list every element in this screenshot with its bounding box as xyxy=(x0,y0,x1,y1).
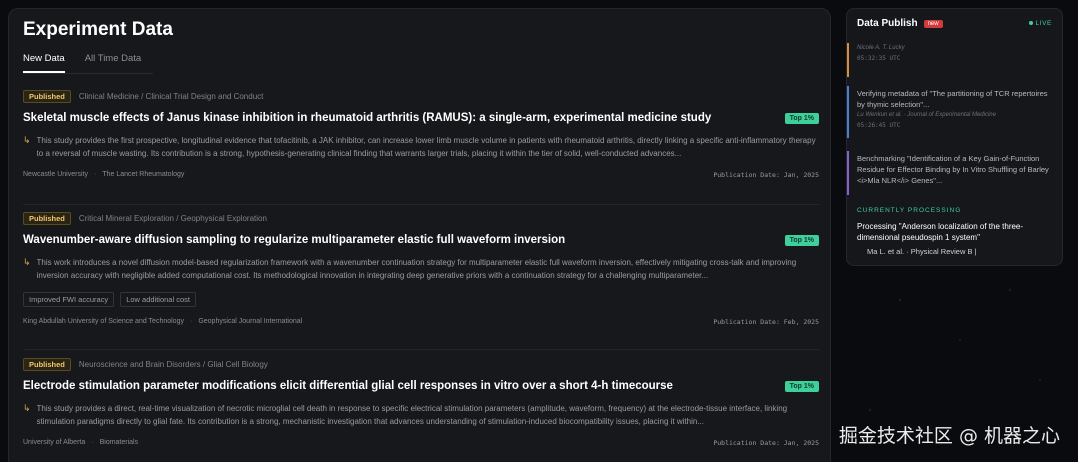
institution: University of Alberta xyxy=(23,439,86,446)
tag: Low additional cost xyxy=(120,292,196,307)
feed-authors: Nicole A. T. Lucky xyxy=(857,45,905,51)
publication-date: Publication Date: Jan, 2025 xyxy=(713,171,819,179)
tab-new-data[interactable]: New Data xyxy=(23,53,65,73)
tab-all-time-data[interactable]: All Time Data xyxy=(85,53,142,73)
paper-card[interactable]: Published Clinical Medicine / Clinical T… xyxy=(23,89,819,179)
paper-summary: This work introduces a novel diffusion m… xyxy=(36,258,797,280)
institution: King Abdullah University of Science and … xyxy=(23,318,184,325)
feed-accent-bar xyxy=(847,43,849,77)
rank-badge: Top 1% xyxy=(784,380,819,392)
publication-date: Publication Date: Feb, 2025 xyxy=(713,318,819,326)
journal: Biomaterials xyxy=(85,439,138,446)
feed-item[interactable]: Nicole A. T. Lucky 05:32:35 UTC xyxy=(847,43,1062,77)
publication-date: Publication Date: Jan, 2025 xyxy=(713,439,819,447)
feed-time: 05:32:35 UTC xyxy=(857,55,901,62)
processing-label: CURRENTLY PROCESSING xyxy=(857,207,962,214)
feed-accent-bar xyxy=(847,86,849,138)
status-badge: Published xyxy=(23,211,71,225)
institution: Newcastle University xyxy=(23,171,88,178)
processing-authors: Ma L. et al. · Physical Review B | xyxy=(867,247,977,256)
processing-text: Processing "Anderson localization of the… xyxy=(857,222,1024,242)
paper-card[interactable]: Published Critical Mineral Exploration /… xyxy=(23,211,819,326)
feed-item[interactable]: Verifying metadata of "The partitioning … xyxy=(847,86,1062,138)
rank-badge: Top 1% xyxy=(784,234,819,246)
feed-title: Benchmarking "Identification of a Key Ga… xyxy=(857,154,1049,185)
live-dot-icon xyxy=(1028,21,1033,26)
journal: The Lancet Rheumatology xyxy=(88,171,184,178)
tab-bar: New Data All Time Data xyxy=(23,53,154,74)
side-panel-title: Data Publish xyxy=(857,18,918,29)
reply-arrow-icon: ↳ xyxy=(23,403,31,413)
watermark: 掘金技术社区 @ 机器之心 xyxy=(838,425,1060,447)
paper-card[interactable]: Published Neuroscience and Brain Disorde… xyxy=(23,357,819,447)
live-indicator: LIVE xyxy=(1028,20,1053,27)
rank-badge: Top 1% xyxy=(784,112,819,124)
paper-title[interactable]: Electrode stimulation parameter modifica… xyxy=(23,380,673,392)
new-badge: new xyxy=(923,19,943,28)
divider xyxy=(23,204,819,205)
feed-title: Verifying metadata of "The partitioning … xyxy=(857,89,1048,109)
tag: Improved FWI accuracy xyxy=(23,292,115,307)
divider xyxy=(23,349,819,350)
feed-item[interactable]: Benchmarking "Identification of a Key Ga… xyxy=(847,151,1062,195)
feed-time: 05:26:45 UTC xyxy=(857,122,901,129)
journal: Geophysical Journal International xyxy=(184,318,302,325)
data-publish-panel: Data Publish new LIVE Nicole A. T. Lucky… xyxy=(846,8,1063,266)
paper-title[interactable]: Skeletal muscle effects of Janus kinase … xyxy=(23,112,711,124)
page-title: Experiment Data xyxy=(23,19,173,40)
feed-authors: Lu Wenkun et al. · Journal of Experiment… xyxy=(857,112,996,118)
feed-accent-bar xyxy=(847,151,849,195)
status-badge: Published xyxy=(23,89,71,103)
paper-title[interactable]: Wavenumber-aware diffusion sampling to r… xyxy=(23,234,565,246)
category-label: Clinical Medicine / Clinical Trial Desig… xyxy=(78,91,264,101)
experiment-data-panel: Experiment Data New Data All Time Data P… xyxy=(8,8,831,462)
paper-summary: This study provides the first prospectiv… xyxy=(36,136,816,158)
category-label: Neuroscience and Brain Disorders / Glial… xyxy=(78,359,268,369)
paper-summary: This study provides a direct, real-time … xyxy=(36,404,788,426)
reply-arrow-icon: ↳ xyxy=(23,257,31,267)
status-badge: Published xyxy=(23,357,71,371)
category-label: Critical Mineral Exploration / Geophysic… xyxy=(78,213,267,223)
reply-arrow-icon: ↳ xyxy=(23,135,31,145)
